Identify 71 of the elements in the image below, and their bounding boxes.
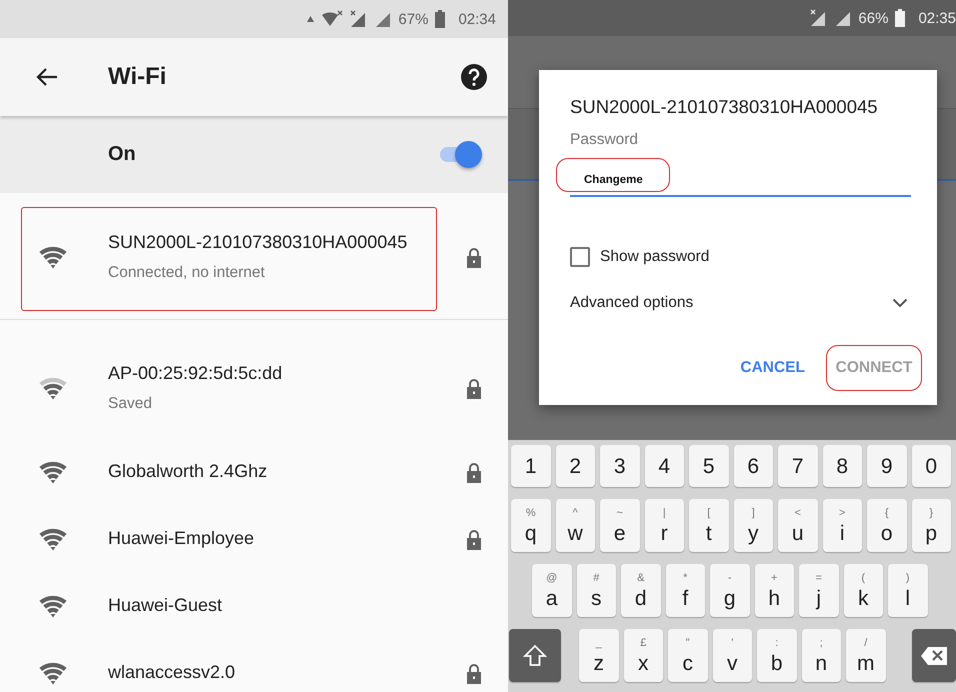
keyboard-key[interactable]: - g (710, 564, 750, 617)
keyboard-key[interactable]: _ z (579, 629, 618, 682)
keyboard-key[interactable]: 2 (556, 445, 595, 487)
battery-percent: 67% (398, 10, 428, 28)
keyboard-key[interactable]: * f (666, 564, 705, 617)
keyboard-key[interactable]: < u (778, 499, 818, 552)
signal-icon (835, 10, 852, 26)
network-name[interactable]: AP-00:25:92:5d:5c:dd (108, 363, 282, 384)
cancel-button[interactable]: CANCEL (739, 345, 806, 391)
network-status: Saved (108, 395, 153, 413)
back-arrow-icon[interactable] (36, 68, 58, 86)
switch-label: On (108, 143, 136, 166)
keyboard-key[interactable]: ^ w (556, 499, 595, 552)
battery-percent: 66% (858, 10, 888, 26)
keyboard-key[interactable]: { o (867, 499, 906, 552)
battery-icon (895, 9, 906, 27)
signal-icon (375, 11, 392, 27)
keyboard-key[interactable]: 1 (511, 445, 550, 487)
keyboard-key[interactable]: 7 (778, 445, 818, 487)
keyboard-key[interactable]: ~ e (600, 499, 640, 552)
advanced-options-label[interactable]: Advanced options (570, 294, 694, 312)
keyboard-key[interactable]: ( k (844, 564, 883, 617)
keyboard-key[interactable]: > i (822, 499, 862, 552)
keyboard-key[interactable]: ] y (734, 499, 773, 552)
backspace-key[interactable] (912, 629, 956, 682)
keyboard-key[interactable]: | r (644, 499, 684, 552)
keyboard-key[interactable]: 6 (734, 445, 773, 487)
keyboard-key[interactable]: @ a (532, 564, 572, 617)
keyboard-key[interactable]: = j (799, 564, 838, 617)
wifi-icon (321, 10, 344, 28)
keyboard-key[interactable]: 3 (600, 445, 640, 487)
clock-time: 02:34 (458, 10, 496, 28)
keyboard-key[interactable]: 8 (822, 445, 862, 487)
shift-key[interactable] (509, 629, 561, 682)
data-arrow-icon (307, 16, 314, 22)
backspace-icon (921, 646, 947, 664)
keyboard-key[interactable]: 0 (912, 445, 951, 487)
checkbox[interactable] (570, 247, 590, 267)
keyboard-key[interactable]: / m (846, 629, 886, 682)
keyboard-key[interactable]: ' v (712, 629, 752, 682)
keyboard-key[interactable]: 9 (867, 445, 906, 487)
password-field[interactable]: Changeme (570, 164, 911, 197)
screen-title: Wi-Fi (108, 63, 166, 91)
battery-icon (435, 10, 446, 28)
keyboard-key[interactable]: ) l (888, 564, 928, 617)
show-password-label[interactable]: Show password (600, 248, 710, 266)
keyboard-key[interactable]: ; n (802, 629, 841, 682)
keyboard-key[interactable]: # s (576, 564, 616, 617)
keyboard-key[interactable]: & d (621, 564, 660, 617)
keyboard-key[interactable]: [ t (689, 499, 728, 552)
keyboard-key[interactable]: 4 (644, 445, 684, 487)
keyboard-key[interactable]: } p (912, 499, 951, 552)
help-icon[interactable] (461, 64, 487, 90)
network-name[interactable]: SUN2000L-210107380310HA000045 (108, 232, 408, 252)
keyboard-key[interactable]: 5 (689, 445, 728, 487)
dialog-title: SUN2000L-210107380310HA000045 (570, 96, 879, 118)
password-label: Password (570, 131, 640, 149)
shift-icon (523, 644, 547, 668)
network-status: Connected, no internet (108, 264, 266, 282)
keyboard-key[interactable]: : b (757, 629, 796, 682)
toggle-switch[interactable] (438, 140, 482, 168)
network-name[interactable]: Huawei-Employee (108, 528, 254, 549)
clock-time: 02:35 (918, 10, 956, 26)
keyboard-key[interactable]: £ x (624, 629, 663, 682)
network-name[interactable]: Globalworth 2.4Ghz (108, 461, 268, 482)
network-name[interactable]: wlanaccessv2.0 (108, 662, 236, 683)
keyboard-key[interactable]: " c (668, 629, 708, 682)
keyboard-key[interactable]: + h (754, 564, 794, 617)
network-name[interactable]: Huawei-Guest (108, 595, 222, 616)
chevron-down-icon[interactable] (892, 298, 908, 308)
keyboard-key[interactable]: % q (511, 499, 550, 552)
